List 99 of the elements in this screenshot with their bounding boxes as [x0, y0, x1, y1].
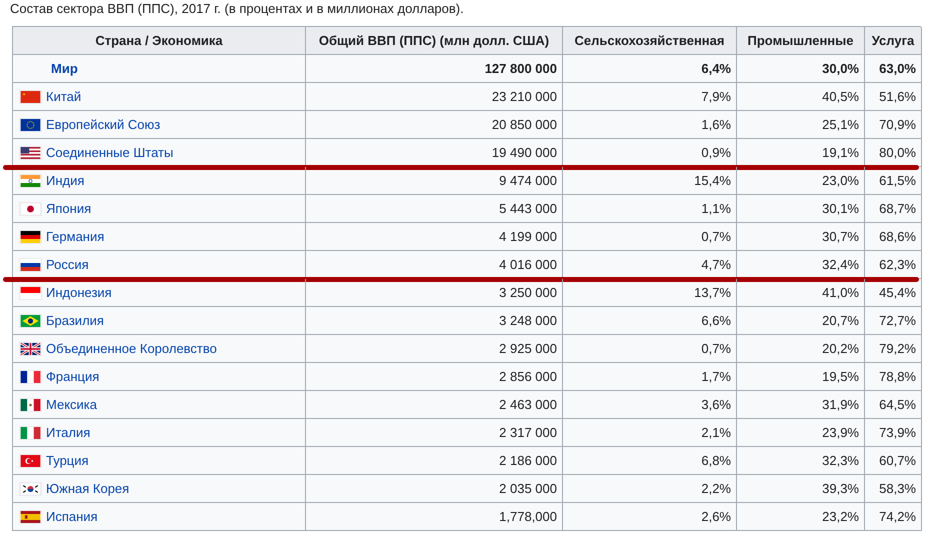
table-cell: 25,1%: [737, 111, 865, 139]
country-link[interactable]: Китай: [46, 86, 82, 106]
country-link[interactable]: Испания: [46, 506, 98, 526]
table-cell: 32,3%: [737, 447, 865, 475]
table-cell: 30,0%: [737, 55, 865, 83]
table-cell: 127 800 000: [306, 55, 563, 83]
table-cell: 41,0%: [737, 279, 865, 307]
flag-icon: [19, 482, 42, 496]
table-cell: 2 463 000: [306, 391, 563, 419]
table-cell: 2 856 000: [306, 363, 563, 391]
table-cell: 20 850 000: [306, 111, 563, 139]
flag-icon: [19, 398, 42, 412]
flag-icon: [19, 174, 42, 188]
country-link[interactable]: Южная Корея: [46, 478, 130, 498]
table-cell: 23,9%: [737, 419, 865, 447]
table-cell: 1,778,000: [306, 503, 563, 531]
table-cell: 2 186 000: [306, 447, 563, 475]
flag-icon: [19, 118, 42, 132]
table-cell: 68,7%: [865, 195, 922, 223]
table-cell: 6,4%: [563, 55, 737, 83]
table-cell: 2 317 000: [306, 419, 563, 447]
country-link[interactable]: Европейский Союз: [46, 114, 160, 134]
flag-icon: [19, 426, 42, 440]
country-link[interactable]: Соединенные Штаты: [46, 142, 174, 162]
flag-icon: [19, 146, 42, 160]
flag-icon: [19, 314, 42, 328]
table-cell: 20,7%: [737, 307, 865, 335]
table-cell: 23,2%: [737, 503, 865, 531]
table-cell: 1,7%: [563, 363, 737, 391]
column-header: Страна / Экономика: [13, 27, 306, 55]
table-cell: 2,1%: [563, 419, 737, 447]
flag-icon: [19, 286, 42, 300]
table-cell: 58,3%: [865, 475, 922, 503]
table-cell: 9 474 000: [306, 167, 563, 195]
table-cell: 78,8%: [865, 363, 922, 391]
flag-icon: [19, 510, 42, 524]
table-cell: 13,7%: [563, 279, 737, 307]
table-cell: 63,0%: [865, 55, 922, 83]
column-header: Общий ВВП (ППС) (млн долл. США): [306, 27, 563, 55]
table-cell: 30,7%: [737, 223, 865, 251]
table-cell: 72,7%: [865, 307, 922, 335]
table-caption: Состав сектора ВВП (ППС), 2017 г. (в процентах и в миллионах долларов).: [9, 0, 465, 18]
flag-icon: [19, 258, 42, 272]
table-cell: 31,9%: [737, 391, 865, 419]
table-cell: 23 210 000: [306, 83, 563, 111]
flag-icon: [19, 90, 42, 104]
flag-icon: [19, 370, 42, 384]
table-cell: 30,1%: [737, 195, 865, 223]
table-cell: 73,9%: [865, 419, 922, 447]
flag-icon: [19, 454, 42, 468]
country-link[interactable]: Индонезия: [46, 282, 112, 302]
table-cell: 20,2%: [737, 335, 865, 363]
column-header: Промышленные: [737, 27, 865, 55]
table-cell: 2 925 000: [306, 335, 563, 363]
table-cell: 60,7%: [865, 447, 922, 475]
country-link[interactable]: Мексика: [46, 394, 98, 414]
table-cell: 5 443 000: [306, 195, 563, 223]
column-header: Услуга: [865, 27, 922, 55]
country-link[interactable]: Индия: [46, 170, 84, 190]
flag-icon: [19, 230, 42, 244]
table-cell: 61,5%: [865, 167, 922, 195]
table-cell: 79,2%: [865, 335, 922, 363]
table-cell: 2 035 000: [306, 475, 563, 503]
country-link[interactable]: Италия: [46, 422, 90, 442]
table-cell: 0,7%: [563, 335, 737, 363]
table-cell: 39,3%: [737, 475, 865, 503]
flag-icon: [19, 342, 42, 356]
table-cell: 7,9%: [563, 83, 737, 111]
country-link[interactable]: Япония: [46, 198, 92, 218]
country-link[interactable]: Объединенное Королевство: [46, 338, 217, 358]
table-cell: 3 248 000: [306, 307, 563, 335]
country-link[interactable]: Мир: [51, 58, 78, 78]
country-link[interactable]: Германия: [46, 226, 104, 246]
table-cell: 3,6%: [563, 391, 737, 419]
table-cell: 6,8%: [563, 447, 737, 475]
country-link[interactable]: Россия: [46, 254, 89, 274]
table-cell: 4 199 000: [306, 223, 563, 251]
table-cell: 51,6%: [865, 83, 922, 111]
country-link[interactable]: Франция: [46, 366, 100, 386]
table-cell: 68,6%: [865, 223, 922, 251]
table-cell: 45,4%: [865, 279, 922, 307]
table-cell: 15,4%: [563, 167, 737, 195]
flag-icon: [19, 202, 42, 216]
table-cell: 0,7%: [563, 223, 737, 251]
table-cell: 19,5%: [737, 363, 865, 391]
table-cell: 2,2%: [563, 475, 737, 503]
table-cell: 23,0%: [737, 167, 865, 195]
table-cell: 3 250 000: [306, 279, 563, 307]
country-link[interactable]: Турция: [46, 450, 89, 470]
table-cell: 64,5%: [865, 391, 922, 419]
table-cell: 1,6%: [563, 111, 737, 139]
country-link[interactable]: Бразилия: [46, 310, 104, 330]
table-cell: 6,6%: [563, 307, 737, 335]
table-cell: 40,5%: [737, 83, 865, 111]
table-cell: 70,9%: [865, 111, 922, 139]
table-cell: 2,6%: [563, 503, 737, 531]
column-header: Сельскохозяйственная: [563, 27, 737, 55]
table-cell: 74,2%: [865, 503, 922, 531]
table-cell: 1,1%: [563, 195, 737, 223]
